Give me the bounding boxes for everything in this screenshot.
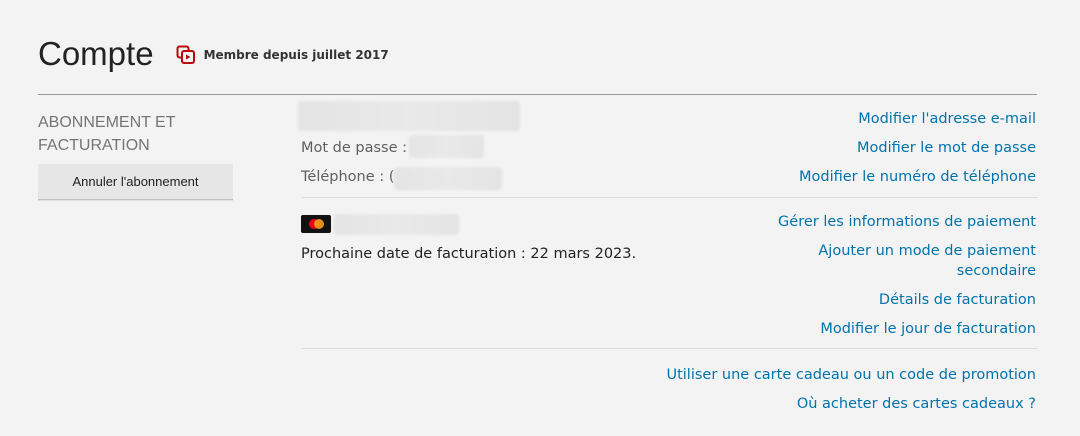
where-buy-gift-card-link[interactable]: Où acheter des cartes cadeaux ?	[797, 394, 1036, 414]
page-title: Compte	[38, 35, 154, 72]
billing-details-link[interactable]: Détails de facturation	[879, 290, 1036, 310]
section-divider	[301, 348, 1037, 349]
account-page: Compte Membre depuis juillet 2017 ABONNE…	[0, 0, 1080, 436]
change-password-link[interactable]: Modifier le mot de passe	[857, 138, 1036, 158]
member-since-text: Membre depuis juillet 2017	[203, 48, 389, 62]
mastercard-icon	[301, 215, 331, 233]
password-label: Mot de passe :	[301, 140, 408, 156]
manage-payment-link[interactable]: Gérer les informations de paiement	[778, 212, 1036, 232]
next-billing-date: Prochaine date de facturation : 22 mars …	[301, 246, 637, 262]
member-since-badge: Membre depuis juillet 2017	[176, 45, 389, 65]
section-heading-membership: ABONNEMENT ET FACTURATION	[38, 114, 176, 154]
card-number-redacted	[334, 214, 459, 235]
page-header: Compte Membre depuis juillet 2017	[38, 34, 389, 74]
header-divider	[38, 94, 1037, 95]
cancel-subscription-button[interactable]: Annuler l'abonnement	[38, 164, 233, 200]
phone-label: Téléphone : (	[301, 169, 395, 185]
change-phone-link[interactable]: Modifier le numéro de téléphone	[799, 167, 1036, 187]
change-billing-day-link[interactable]: Modifier le jour de facturation	[820, 319, 1036, 339]
change-email-link[interactable]: Modifier l'adresse e-mail	[858, 109, 1036, 129]
password-value-redacted	[409, 135, 484, 158]
section-divider	[301, 197, 1037, 198]
add-backup-payment-link[interactable]: Ajouter un mode de paiement secondaire	[806, 241, 1036, 281]
member-badge-icon	[176, 45, 196, 65]
phone-value-redacted	[394, 167, 502, 190]
email-value-redacted	[298, 101, 520, 131]
redeem-gift-card-link[interactable]: Utiliser une carte cadeau ou un code de …	[666, 365, 1036, 385]
